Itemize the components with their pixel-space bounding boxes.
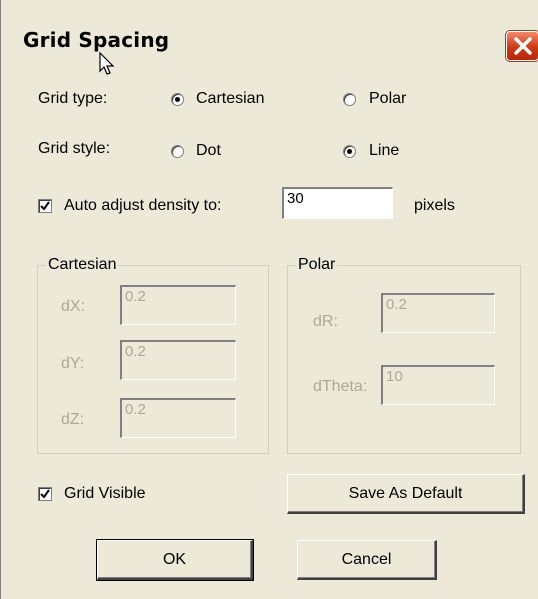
radio-selected-dot — [347, 149, 352, 154]
cancel-button[interactable]: Cancel — [297, 540, 437, 580]
ok-button[interactable]: OK — [96, 539, 254, 581]
grid-style-label: Grid style: — [38, 140, 111, 157]
save-as-default-button[interactable]: Save As Default — [287, 474, 525, 514]
dy-input[interactable]: 0.2 — [120, 340, 236, 380]
cartesian-group-title: Cartesian — [46, 256, 119, 274]
checkmark-icon — [40, 489, 50, 499]
checkmark-icon — [40, 201, 50, 211]
mouse-pointer-icon — [99, 51, 115, 81]
radio-polar-circle[interactable] — [343, 93, 356, 106]
radio-line-label[interactable]: Line — [369, 142, 399, 160]
dr-label: dR: — [313, 313, 338, 330]
dz-input[interactable]: 0.2 — [120, 398, 236, 438]
dtheta-label: dTheta: — [313, 378, 368, 395]
grid-visible-checkbox[interactable] — [38, 487, 52, 501]
auto-adjust-label[interactable]: Auto adjust density to: — [64, 197, 221, 215]
radio-cartesian-circle[interactable] — [171, 93, 184, 106]
radio-selected-dot — [175, 97, 180, 102]
title-bar[interactable]: Grid Spacing — [1, 14, 538, 61]
density-input[interactable]: 30 — [282, 187, 393, 219]
dx-input[interactable]: 0.2 — [120, 285, 236, 325]
close-button[interactable] — [506, 31, 538, 61]
density-unit-label: pixels — [414, 197, 455, 214]
dr-input[interactable]: 0.2 — [381, 293, 495, 333]
radio-cartesian-label[interactable]: Cartesian — [196, 90, 264, 108]
radio-line-circle[interactable] — [343, 145, 356, 158]
grid-spacing-dialog: Grid Spacing Grid type: Cartesian Polar … — [0, 0, 538, 599]
dy-label: dY: — [61, 355, 85, 372]
dz-label: dZ: — [61, 411, 85, 428]
radio-dot-label[interactable]: Dot — [196, 142, 221, 160]
window-title: Grid Spacing — [23, 28, 170, 52]
dtheta-input[interactable]: 10 — [381, 365, 495, 405]
grid-visible-label[interactable]: Grid Visible — [64, 485, 146, 503]
polar-group-title: Polar — [296, 256, 338, 274]
auto-adjust-checkbox[interactable] — [38, 199, 52, 213]
radio-dot-circle[interactable] — [171, 145, 184, 158]
grid-type-label: Grid type: — [38, 90, 108, 107]
dx-label: dX: — [61, 298, 86, 315]
radio-polar-label[interactable]: Polar — [369, 90, 406, 108]
